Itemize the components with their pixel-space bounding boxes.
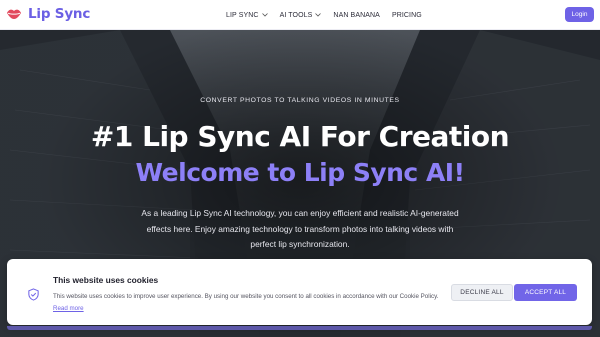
brand-name: Lip Sync [28, 6, 91, 22]
hero-description: As a leading Lip Sync AI technology, you… [141, 208, 459, 249]
login-button[interactable]: Login [565, 7, 594, 22]
cookie-text: This website uses cookies to improve use… [53, 291, 449, 315]
read-more-link[interactable]: Read more [53, 305, 84, 312]
hero-eyebrow: CONVERT PHOTOS TO TALKING VIDEOS IN MINU… [200, 97, 400, 104]
accept-all-button[interactable]: ACCEPT ALL [514, 284, 577, 301]
cookie-banner: This website uses cookies This website u… [7, 259, 592, 325]
bottom-accent-bar [7, 326, 592, 330]
nav-label: LIP SYNC [226, 11, 259, 19]
hero-title: #1 Lip Sync AI For Creation [90, 120, 510, 153]
nav-label: PRICING [391, 11, 422, 19]
cookie-body: This website uses cookies to improve use… [53, 293, 439, 300]
nav-item-nan-banana[interactable]: NAN BANANA [333, 12, 380, 19]
main-nav: LIP SYNC AI TOOLS NAN BANANA PRICING [226, 0, 434, 30]
logo[interactable]: Lip Sync [6, 6, 90, 22]
nav-label: AI TOOLS [279, 11, 313, 19]
site-header: Lip Sync LIP SYNC AI TOOLS NAN BANANA PR… [0, 0, 600, 30]
decline-all-button[interactable]: DECLINE ALL [451, 284, 513, 301]
nav-label: NAN BANANA [333, 11, 380, 19]
nav-item-lip-sync[interactable]: LIP SYNC [226, 12, 268, 19]
cookie-title: This website uses cookies [53, 275, 159, 285]
chevron-down-icon [261, 13, 268, 17]
hero-subtitle: Welcome to Lip Sync AI! [135, 158, 465, 187]
lips-icon [7, 9, 21, 19]
shield-check-icon [28, 288, 39, 301]
chevron-down-icon [315, 13, 322, 17]
nav-item-pricing[interactable]: PRICING [392, 12, 422, 19]
nav-item-ai-tools[interactable]: AI TOOLS [280, 12, 322, 19]
